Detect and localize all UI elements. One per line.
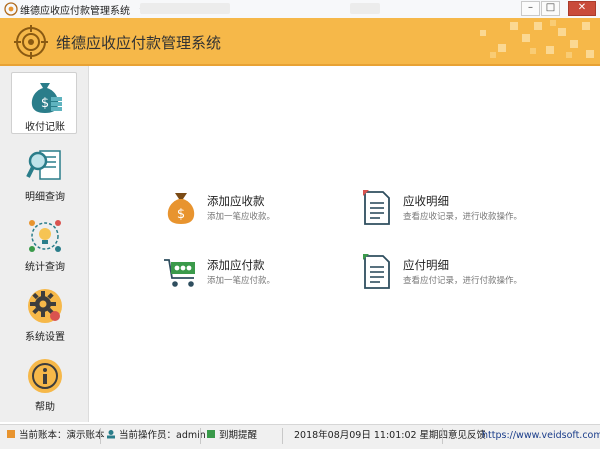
window-title-text: 维德应收应付款管理系统 — [20, 6, 130, 17]
feedback-link[interactable]: 意见反馈 — [448, 429, 486, 443]
action-title: 应付明细 — [403, 258, 449, 272]
banner-decoration — [480, 20, 594, 58]
document-icon — [363, 190, 390, 225]
sidebar-item-label: 系统设置 — [25, 332, 65, 343]
status-separator — [100, 428, 101, 444]
add-payable-button[interactable]: 添加应付款 添加一笔应付款。 — [163, 254, 343, 294]
action-description: 查看应付记录，进行付款操作。 — [403, 276, 523, 286]
receivable-detail-button[interactable]: 应收明细 查看应收记录，进行收款操作。 — [359, 190, 539, 230]
ledger-icon — [7, 430, 15, 438]
bell-icon — [207, 430, 215, 438]
action-description: 添加一笔应收款。 — [207, 212, 276, 222]
background-window-ghost — [350, 3, 380, 14]
gear-icon — [28, 289, 62, 323]
current-operator-text: 当前操作员：admin — [119, 430, 206, 441]
due-reminder-text: 到期提醒 — [219, 430, 258, 441]
sidebar: $ 收付记账 明细查询 统计查询 系统设置 帮助 — [0, 66, 89, 422]
app-name: 维德应收应付款管理系统 — [56, 34, 222, 52]
status-separator — [282, 428, 283, 444]
lightbulb-stats-icon — [29, 220, 61, 252]
status-bar: 当前账本：演示账本 当前操作员：admin 到期提醒 2018年08月09日 1… — [0, 424, 600, 449]
status-separator — [200, 428, 201, 444]
datetime-display: 2018年08月09日 11:01:02 星期四 — [294, 430, 449, 441]
current-operator: 当前操作员：admin — [106, 429, 206, 443]
maximize-button[interactable]: □ — [541, 1, 560, 16]
sidebar-item-stats-query[interactable]: 统计查询 — [11, 212, 77, 274]
action-title: 添加应付款 — [207, 258, 265, 272]
sidebar-item-help[interactable]: 帮助 — [11, 352, 77, 414]
money-bag-icon: $ — [31, 83, 62, 113]
app-icon — [4, 2, 18, 16]
website-link[interactable]: https://www.veidsoft.com — [482, 429, 600, 443]
due-reminder-button[interactable]: 到期提醒 — [206, 429, 257, 443]
action-title: 添加应收款 — [207, 194, 265, 208]
minimize-button[interactable]: – — [521, 1, 540, 16]
action-description: 添加一笔应付款。 — [207, 276, 276, 286]
target-logo-icon — [14, 25, 48, 59]
sidebar-item-label: 统计查询 — [25, 262, 65, 273]
current-ledger[interactable]: 当前账本：演示账本 — [6, 429, 105, 443]
action-description: 查看应收记录，进行收款操作。 — [403, 212, 523, 222]
main-panel: $ 添加应收款 添加一笔应收款。 应收明细 查看应收记录，进行收款操作。 添加应… — [89, 66, 600, 422]
sidebar-item-label: 帮助 — [35, 402, 55, 413]
sidebar-item-label: 收付记账 — [25, 122, 65, 133]
document-icon — [363, 254, 390, 289]
close-button[interactable]: ✕ — [568, 1, 596, 16]
sidebar-item-label: 明细查询 — [25, 192, 65, 203]
status-separator — [442, 428, 443, 444]
cart-icon — [164, 259, 195, 287]
sidebar-item-detail-query[interactable]: 明细查询 — [11, 142, 77, 204]
sidebar-item-receipt-payment[interactable]: $ 收付记账 — [11, 72, 77, 134]
current-ledger-text: 当前账本：演示账本 — [19, 430, 105, 441]
svg-text:$: $ — [41, 96, 49, 111]
sidebar-item-settings[interactable]: 系统设置 — [11, 282, 77, 344]
info-icon — [28, 359, 62, 393]
money-bag-icon: $ — [167, 193, 195, 224]
magnifier-report-icon — [26, 150, 61, 180]
window-titlebar: 维德应收应付款管理系统 v2.2.5 – □ ✕ — [0, 0, 600, 19]
payable-detail-button[interactable]: 应付明细 查看应付记录，进行付款操作。 — [359, 254, 539, 294]
app-banner: 维德应收应付款管理系统 — [0, 18, 600, 66]
svg-text:$: $ — [177, 207, 185, 222]
action-title: 应收明细 — [403, 194, 449, 208]
add-receivable-button[interactable]: $ 添加应收款 添加一笔应收款。 — [163, 190, 343, 230]
background-window-ghost — [140, 3, 230, 14]
user-icon — [107, 430, 115, 439]
